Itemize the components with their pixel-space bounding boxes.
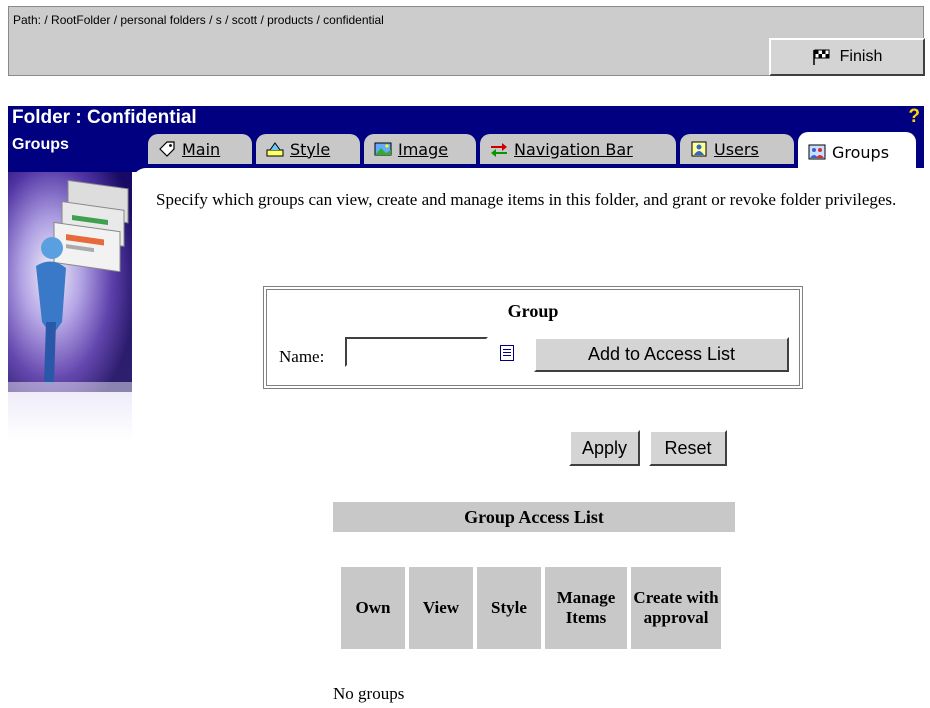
tag-icon	[159, 141, 175, 157]
breadcrumb: Path: / RootFolder / personal folders / …	[13, 13, 384, 27]
finish-label: Finish	[839, 48, 883, 65]
empty-list-message: No groups	[333, 684, 405, 703]
tab-style[interactable]: Style	[256, 134, 360, 164]
tab-main[interactable]: Main	[148, 134, 252, 164]
group-box: Group Name: Add to Access List	[263, 286, 803, 389]
apply-button[interactable]: Apply	[569, 430, 640, 466]
page-subtitle: Groups	[12, 136, 69, 153]
column-header-create-with-approval: Create with approval	[631, 567, 721, 649]
group-name-input[interactable]	[345, 337, 488, 367]
column-header-style: Style	[477, 567, 541, 649]
group-access-list-header: Group Access List	[333, 502, 735, 532]
column-header-view: View	[409, 567, 473, 649]
style-icon	[266, 142, 284, 157]
intro-text: Specify which groups can view, create an…	[156, 190, 897, 209]
tab-label: Groups	[832, 142, 890, 162]
checkered-flag-icon	[812, 49, 830, 65]
tab-label: Users	[714, 139, 759, 159]
tab-image[interactable]: Image	[364, 134, 476, 164]
path-bar: Path: / RootFolder / personal folders / …	[8, 6, 925, 76]
groups-icon	[808, 144, 826, 160]
tab-label: Navigation Bar	[514, 139, 633, 159]
list-of-values-icon[interactable]	[500, 345, 514, 361]
tab-groups[interactable]: Groups	[798, 132, 916, 172]
image-icon	[374, 142, 392, 156]
tab-label: Main	[182, 139, 221, 159]
column-header-own: Own	[341, 567, 405, 649]
group-box-title: Group	[507, 301, 559, 321]
name-label: Name:	[279, 347, 325, 366]
add-to-access-list-button[interactable]: Add to Access List	[534, 337, 789, 372]
page-title: Folder : Confidential	[12, 107, 197, 128]
tab-label: Image	[398, 139, 449, 159]
column-header-manage-items: Manage Items	[545, 567, 627, 649]
reset-button[interactable]: Reset	[649, 430, 727, 466]
tab-users[interactable]: Users	[680, 134, 794, 164]
groups-illustration	[8, 172, 132, 442]
navigation-arrows-icon	[491, 143, 507, 157]
tab-label: Style	[290, 139, 331, 159]
users-icon	[691, 141, 707, 157]
help-icon[interactable]: ?	[908, 106, 920, 128]
finish-button[interactable]: Finish	[769, 38, 925, 76]
tab-navigation-bar[interactable]: Navigation Bar	[480, 134, 676, 164]
